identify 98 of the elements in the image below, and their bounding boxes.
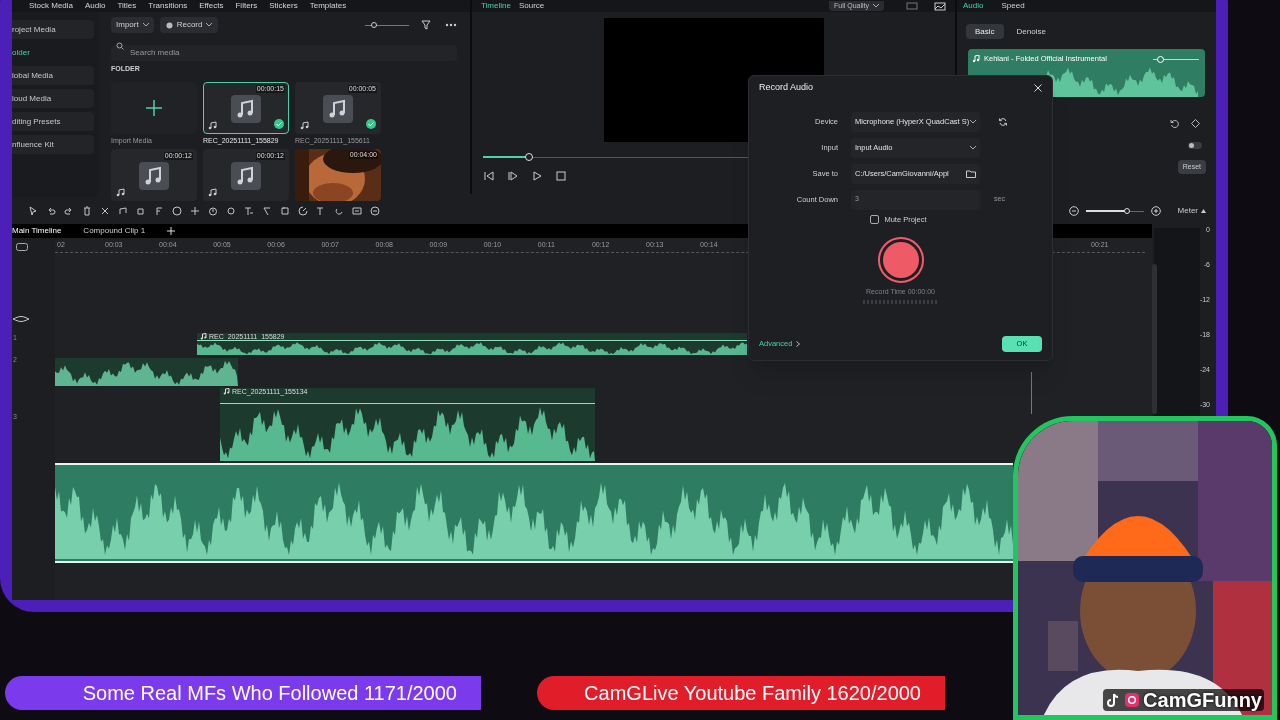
tool-icon[interactable] <box>298 205 309 217</box>
meter-toggle[interactable]: Meter <box>1177 205 1206 217</box>
tool-icon[interactable] <box>208 205 219 217</box>
refresh-icon[interactable] <box>998 116 1008 127</box>
music-note-icon <box>139 162 169 190</box>
sidebar-item[interactable]: diting Presets <box>12 112 94 131</box>
music-note-icon <box>972 54 980 63</box>
audio-clip[interactable] <box>55 463 1013 563</box>
checkbox[interactable] <box>870 214 880 224</box>
panel-tab[interactable]: Speed <box>1001 0 1025 12</box>
record-button[interactable]: Record <box>159 17 219 33</box>
tool-icon[interactable] <box>28 205 39 217</box>
goal-banner: CamGLive Youtube Family 1620/2000 <box>537 676 945 710</box>
music-note-icon <box>231 162 261 190</box>
keyframe-icon[interactable] <box>1191 119 1200 128</box>
music-note-icon <box>116 188 125 197</box>
chevron-down-icon <box>142 23 149 27</box>
plus-icon <box>146 100 162 116</box>
visibility-icon[interactable] <box>12 316 30 322</box>
category-tab[interactable]: Stickers <box>269 0 298 12</box>
player-tab[interactable]: Timeline <box>481 0 511 12</box>
chevron-down-icon <box>970 145 976 150</box>
chevron-down-icon <box>873 4 879 8</box>
tool-icon[interactable] <box>154 205 165 217</box>
stop-icon[interactable] <box>556 171 566 181</box>
goal-banner: Some Real MFs Who Followed 1171/2000 <box>5 676 481 710</box>
caret-up-icon <box>1201 209 1206 213</box>
volume-slider[interactable] <box>1153 55 1199 63</box>
category-tab[interactable]: Transitions <box>148 0 188 12</box>
filter-icon[interactable] <box>421 20 431 30</box>
chevron-down-icon <box>206 23 213 27</box>
reset-icon[interactable] <box>1170 119 1179 128</box>
music-note-icon <box>200 333 207 340</box>
toggle-switch[interactable] <box>1188 142 1202 149</box>
slider-thumb[interactable] <box>1124 208 1131 214</box>
timeline-zoom-slider[interactable] <box>1085 207 1144 215</box>
folder-icon[interactable] <box>966 169 976 178</box>
sidebar-item[interactable]: loud Media <box>12 89 94 108</box>
check-icon <box>274 119 284 129</box>
tool-icon[interactable] <box>190 205 201 217</box>
tool-icon[interactable] <box>280 205 291 217</box>
tool-icon[interactable] <box>262 205 273 217</box>
player-tab[interactable]: Source <box>518 0 545 12</box>
next-frame-icon[interactable] <box>508 171 518 181</box>
image-icon[interactable] <box>934 1 946 11</box>
level-meter-icon <box>862 300 939 305</box>
link-icon[interactable] <box>16 243 28 251</box>
search-field[interactable]: Search media <box>111 44 457 61</box>
import-tile[interactable] <box>111 82 197 134</box>
scrubber-thumb[interactable] <box>525 153 534 161</box>
panel-tab[interactable]: Audio <box>963 0 984 12</box>
music-note-icon <box>300 121 309 130</box>
category-tab[interactable]: Stock Media <box>29 0 74 12</box>
chevron-down-icon <box>970 119 976 124</box>
chevron-right-icon <box>796 341 801 347</box>
record-dot-icon <box>165 21 173 29</box>
import-button[interactable]: Import <box>111 17 154 33</box>
zoom-in-icon[interactable] <box>1150 206 1161 216</box>
search-icon <box>116 42 124 50</box>
tool-icon[interactable] <box>352 205 363 217</box>
display-icon[interactable] <box>906 2 918 10</box>
music-note-icon <box>208 121 217 130</box>
category-tab[interactable]: Audio <box>85 0 106 12</box>
music-note-icon <box>223 388 230 395</box>
sidebar-item[interactable]: lobal Media <box>12 66 94 85</box>
check-icon <box>366 119 376 129</box>
more-icon[interactable] <box>445 23 457 27</box>
category-tab[interactable]: Filters <box>235 0 258 12</box>
tool-icon[interactable] <box>118 205 129 217</box>
subtab[interactable]: Basic <box>966 24 1004 39</box>
subtab[interactable]: Denoise <box>1007 24 1055 39</box>
close-icon[interactable] <box>1034 83 1042 92</box>
sidebar-item[interactable]: older <box>12 43 94 62</box>
slider-thumb[interactable] <box>371 22 377 28</box>
tool-icon[interactable] <box>370 205 381 217</box>
category-tab[interactable]: Effects <box>199 0 224 12</box>
sequence-tab[interactable]: Main Timeline <box>12 225 62 237</box>
sidebar-item[interactable]: nfluence Kit <box>12 135 94 154</box>
instagram-icon <box>1124 692 1141 708</box>
tool-icon[interactable] <box>82 205 93 217</box>
tool-icon[interactable] <box>226 205 237 217</box>
music-note-icon <box>323 95 353 123</box>
category-tab[interactable]: Templates <box>309 0 347 12</box>
sequence-tab[interactable]: Compound Clip 1 <box>83 225 146 237</box>
zoom-out-icon[interactable] <box>1068 206 1079 216</box>
tool-icon[interactable] <box>46 205 57 217</box>
previous-frame-icon[interactable] <box>484 171 494 181</box>
tool-icon[interactable] <box>100 205 111 217</box>
sidebar-item[interactable]: roject Media <box>12 20 94 39</box>
music-note-icon <box>208 188 217 197</box>
add-icon[interactable] <box>167 227 176 235</box>
play-icon[interactable] <box>532 171 542 181</box>
music-note-icon <box>231 95 261 123</box>
category-tab[interactable]: Titles <box>117 0 137 12</box>
tool-icon[interactable] <box>172 205 183 217</box>
dialog-title: Record Audio <box>759 81 814 94</box>
channel-handle: CamGFunny <box>1143 689 1262 711</box>
tool-icon[interactable] <box>136 205 147 217</box>
